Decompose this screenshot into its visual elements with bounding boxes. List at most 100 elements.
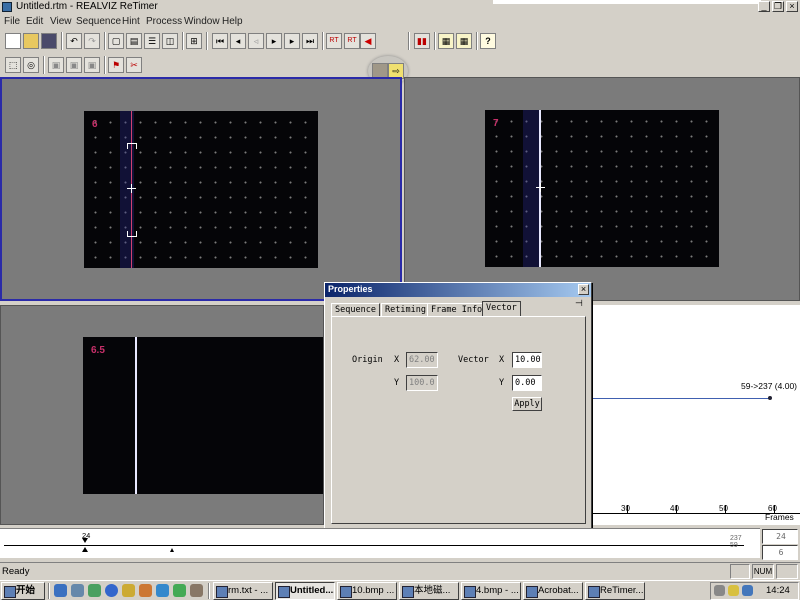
task-local-disk[interactable]: 本地磁... [399, 582, 459, 600]
sequence-icon[interactable]: ▦ [456, 33, 472, 49]
target-icon[interactable]: ◎ [23, 57, 39, 73]
start-button[interactable]: 开始 [1, 582, 45, 600]
title-progress-strip [493, 0, 761, 4]
tool-cut-icon[interactable]: ✂ [126, 57, 142, 73]
clock[interactable]: 14:24 [766, 585, 790, 596]
menu-sequence[interactable]: Sequence [76, 15, 121, 28]
timeline-step-field[interactable]: 6 [762, 545, 798, 560]
graph-tick: 40 [670, 504, 679, 513]
origin-y-field: 100.0 [406, 375, 438, 391]
graph-tick: 30 [621, 504, 630, 513]
view-b-icon[interactable]: ▣ [66, 57, 82, 73]
menu-view[interactable]: View [50, 15, 72, 28]
layout-split-icon[interactable]: ▤ [126, 33, 142, 49]
taskbar: 开始 rm.txt - ... Untitled.... 10.bmp ... … [0, 580, 800, 600]
ie-icon[interactable] [54, 584, 67, 597]
undo-icon[interactable]: ↶ [66, 33, 82, 49]
first-frame-icon[interactable]: ⏮ [212, 33, 228, 49]
maximize-button[interactable]: ❐ [772, 1, 784, 12]
layout-single-icon[interactable]: ▢ [108, 33, 124, 49]
frame-view[interactable]: 6 [84, 111, 318, 268]
help-icon[interactable]: ? [480, 33, 496, 49]
tool-flag-icon[interactable]: ⚑ [108, 57, 124, 73]
messenger-icon[interactable] [156, 584, 169, 597]
new-icon[interactable] [5, 33, 21, 49]
other-launch-icon[interactable] [190, 584, 203, 597]
save-icon[interactable] [41, 33, 57, 49]
retiming-graph[interactable]: 59->237 (4.00) 30 40 50 60 Frames [590, 305, 800, 525]
task-4-bmp[interactable]: 4.bmp - ... [461, 582, 521, 600]
frame-view[interactable]: 6.5 [83, 337, 323, 494]
volume-icon[interactable] [714, 585, 725, 596]
properties-close-button[interactable]: × [578, 284, 589, 295]
next-frame-icon[interactable]: ▸ [284, 33, 300, 49]
network-icon[interactable] [742, 585, 753, 596]
vector-x-field[interactable]: 10.00 [512, 352, 542, 368]
vector-handle[interactable] [127, 184, 136, 193]
warning-icon[interactable] [728, 585, 739, 596]
film-edit-icon[interactable]: ▮▮ [414, 33, 430, 49]
last-frame-icon[interactable]: ⏭ [302, 33, 318, 49]
timeline-current-field[interactable]: 24 [762, 529, 798, 544]
menu-bar: File Edit View Sequence Hint Process Win… [0, 14, 800, 29]
viewport-top-left[interactable]: 6 [0, 77, 402, 301]
minimize-button[interactable]: _ [758, 1, 770, 12]
close-button[interactable]: × [786, 1, 798, 12]
properties-title-bar[interactable]: Properties × [325, 283, 591, 297]
view-c-icon[interactable]: ▣ [84, 57, 100, 73]
app-icon[interactable] [2, 2, 12, 12]
marker-icon[interactable]: ◀ [360, 33, 376, 49]
tab-frame-info[interactable]: Frame Info [427, 303, 487, 317]
quick-launch-icon[interactable] [105, 584, 118, 597]
task-10-bmp[interactable]: 10.bmp ... [337, 582, 397, 600]
vector-y-label: Y [499, 378, 505, 388]
viewport-top-right[interactable]: 7 [404, 77, 800, 301]
pin-icon[interactable]: ⊣ [575, 298, 583, 309]
menu-edit[interactable]: Edit [26, 15, 43, 28]
app-launch-icon[interactable] [139, 584, 152, 597]
tab-vector[interactable]: Vector [482, 301, 521, 317]
vector-handle[interactable] [536, 183, 545, 192]
view-a-icon[interactable]: ▣ [48, 57, 64, 73]
play-icon[interactable]: ▸ [266, 33, 282, 49]
grid-icon[interactable]: ⊞ [186, 33, 202, 49]
vector-label: Vector [458, 355, 489, 365]
task-retimer[interactable]: ReTimer... [585, 582, 645, 600]
menu-file[interactable]: File [4, 15, 20, 28]
playhead-bottom-icon[interactable] [82, 547, 88, 552]
rt-right-icon[interactable]: RT [344, 33, 360, 49]
prev-frame-icon[interactable]: ◂ [230, 33, 246, 49]
frame-view[interactable]: 7 [485, 110, 719, 267]
graph-unit: Frames [765, 512, 794, 522]
properties-icon[interactable]: ▦ [438, 33, 454, 49]
viewport-bottom-left[interactable]: 6.5 [0, 305, 324, 525]
menu-window[interactable]: Window [184, 15, 220, 28]
menu-help[interactable]: Help [222, 15, 243, 28]
menu-process[interactable]: Process [146, 15, 182, 28]
task-untitled[interactable]: Untitled.... [275, 582, 335, 600]
layout-dual-icon[interactable]: ◫ [162, 33, 178, 49]
tool-launch-icon[interactable] [173, 584, 186, 597]
vector-y-field[interactable]: 0.00 [512, 375, 542, 391]
media-icon[interactable] [88, 584, 101, 597]
desktop-icon[interactable] [71, 584, 84, 597]
menu-hint[interactable]: Hint [122, 15, 140, 28]
task-rm-txt[interactable]: rm.txt - ... [213, 582, 273, 600]
keyframe-marker[interactable] [170, 548, 174, 552]
open-icon[interactable] [23, 33, 39, 49]
apply-button[interactable]: Apply [512, 397, 542, 411]
origin-x-field: 62.00 [406, 352, 438, 368]
task-acrobat[interactable]: Acrobat... [523, 582, 583, 600]
status-text: Ready [2, 566, 30, 577]
redo-icon[interactable]: ↷ [84, 33, 100, 49]
explorer-icon[interactable] [122, 584, 135, 597]
rt-left-icon[interactable]: RT [326, 33, 342, 49]
play-back-icon[interactable]: ◃ [248, 33, 264, 49]
playhead-icon[interactable] [82, 538, 88, 543]
tab-retiming[interactable]: Retiming [381, 303, 430, 317]
tab-sequence[interactable]: Sequence [331, 303, 380, 317]
timeline[interactable]: 24 237 59 [0, 528, 760, 558]
curve-point[interactable] [768, 396, 772, 400]
layout-four-icon[interactable]: ☰ [144, 33, 160, 49]
select-icon[interactable]: ⬚ [5, 57, 21, 73]
